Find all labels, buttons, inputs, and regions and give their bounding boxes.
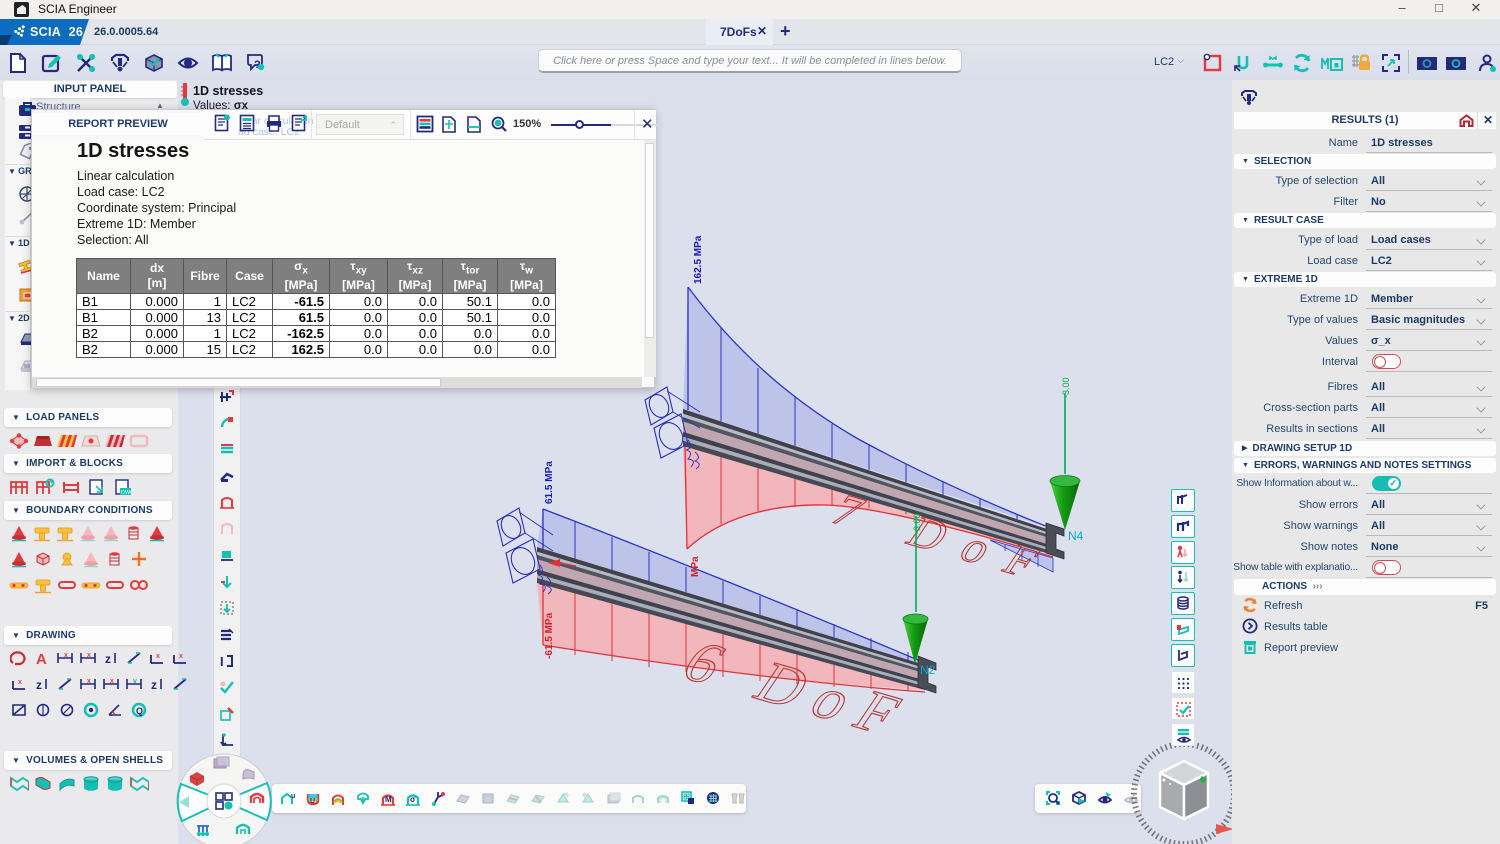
svg-text:162.5 MPa: 162.5 MPa (693, 235, 704, 284)
svg-text:N4: N4 (1068, 529, 1084, 543)
svg-text:x: x (179, 653, 183, 660)
svg-text:DWG: DWG (121, 490, 132, 496)
svg-text:v: v (133, 678, 137, 685)
svg-text:N2: N2 (920, 663, 936, 677)
svg-text:z: z (36, 678, 42, 692)
svg-text:Q: Q (136, 706, 143, 716)
svg-text:z: z (105, 652, 111, 666)
svg-text:σ: σ (410, 795, 416, 804)
svg-text:61.5 MPa: 61.5 MPa (544, 461, 555, 504)
svg-text:x: x (64, 652, 68, 659)
svg-text:-61.5 MPa: -61.5 MPa (544, 612, 555, 659)
svg-text:U: U (310, 798, 315, 805)
svg-text:M: M (385, 795, 392, 804)
svg-text:-3.00: -3.00 (1061, 377, 1071, 398)
svg-text:z: z (151, 678, 157, 692)
svg-text:u: u (291, 793, 295, 800)
svg-text:x: x (87, 678, 91, 685)
svg-text:x: x (156, 653, 160, 660)
svg-text:x: x (87, 652, 91, 659)
svg-text:A: A (36, 651, 47, 666)
svg-text:x: x (18, 679, 22, 686)
svg-text:I: I (220, 654, 224, 669)
svg-text:x: x (110, 678, 114, 685)
svg-text:-3.00: -3.00 (912, 513, 922, 534)
svg-text:MPa: MPa (690, 556, 701, 577)
